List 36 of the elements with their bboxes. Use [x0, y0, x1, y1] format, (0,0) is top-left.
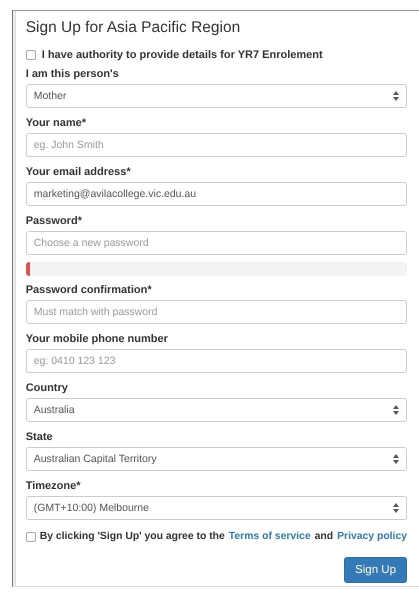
input-field[interactable]: marketing@avilacollege.vic.edu.au [26, 182, 407, 206]
required-asterisk: * [126, 166, 131, 178]
field-label: Your name [26, 117, 82, 129]
updown-caret-icon [393, 91, 399, 101]
field-label: State [26, 431, 53, 443]
required-asterisk: * [78, 215, 82, 227]
policy-link[interactable]: Terms of service [228, 531, 311, 542]
select-field[interactable]: Australian Capital Territory [26, 447, 407, 471]
checkbox[interactable] [26, 532, 36, 542]
field-label: Your mobile phone number [26, 333, 168, 345]
input-field[interactable]: eg. John Smith [26, 133, 407, 157]
required-asterisk: * [147, 284, 152, 296]
form-title: Sign Up for Asia Pacific Region [26, 19, 242, 37]
select-field[interactable]: Mother [26, 84, 407, 108]
select-field[interactable]: (GMT+10:00) Melbourne [26, 496, 407, 520]
updown-caret-icon [393, 503, 399, 513]
updown-caret-icon [393, 405, 399, 415]
field-label: Password confirmation [26, 284, 148, 296]
required-asterisk: * [76, 480, 81, 492]
agreement-text: By clicking 'Sign Up' you agree to the [40, 531, 225, 542]
updown-caret-icon [393, 454, 399, 464]
required-asterisk: * [82, 117, 86, 129]
sign-up-button[interactable]: Sign Up [344, 557, 407, 583]
field-label: Country [26, 382, 68, 394]
select-field[interactable]: Australia [26, 398, 407, 422]
policy-link[interactable]: Privacy policy [337, 531, 407, 542]
field-label: Password [26, 215, 78, 227]
field-label: Timezone [26, 480, 76, 492]
input-field[interactable]: Choose a new password [26, 231, 407, 255]
input-field[interactable]: eg: 0410 123 123 [26, 349, 407, 373]
field-label: Your email address [26, 166, 126, 178]
checkbox[interactable] [26, 50, 36, 60]
agreement-text: and [314, 531, 334, 542]
field-label: I am this person's [26, 68, 119, 80]
checkbox-label: I have authority to provide details for YR7 Enrolement [42, 49, 323, 61]
input-field[interactable]: Must match with password [26, 300, 407, 324]
